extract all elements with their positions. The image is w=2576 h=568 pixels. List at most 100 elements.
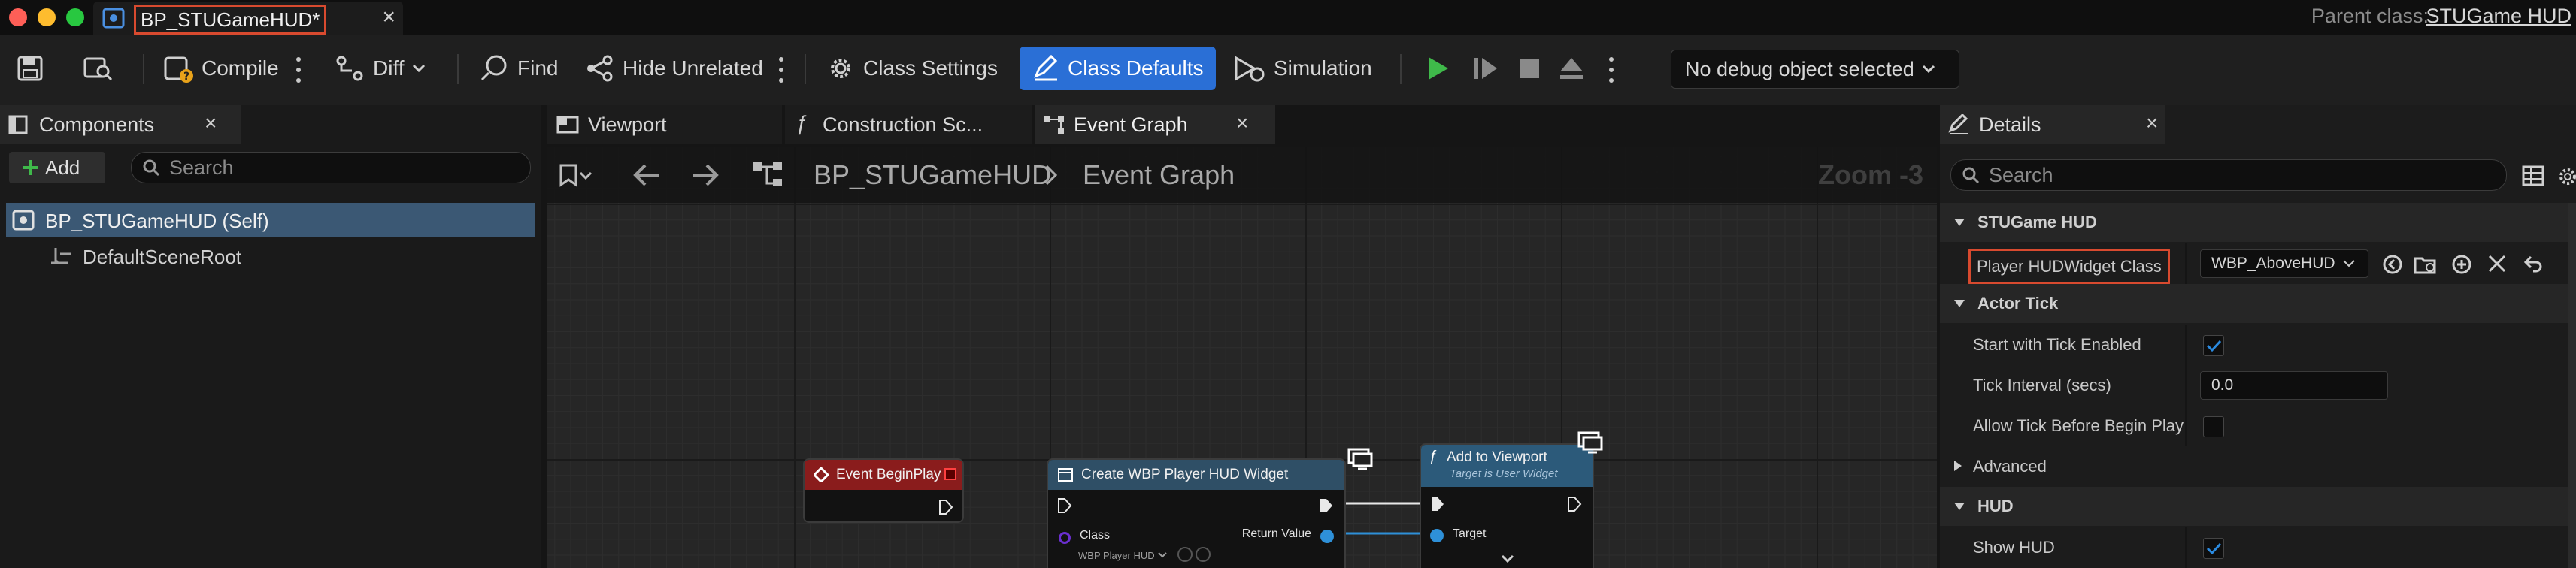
tab-viewport[interactable]: Viewport xyxy=(547,105,782,144)
diff-button[interactable]: Diff xyxy=(335,47,426,90)
play-icon xyxy=(1429,57,1448,80)
class-defaults-button[interactable]: Class Defaults xyxy=(1020,47,1216,90)
delegate-pin[interactable] xyxy=(944,468,956,480)
components-tab[interactable]: Components × xyxy=(0,105,241,144)
node-title: Event BeginPlay xyxy=(836,467,941,482)
category-label: STUGame HUD xyxy=(1977,213,2097,231)
close-tab-icon[interactable]: × xyxy=(1236,111,1248,135)
class-pin[interactable] xyxy=(1059,532,1071,544)
collapse-arrow-icon xyxy=(1954,503,1965,510)
exec-in-pin[interactable] xyxy=(1057,497,1072,514)
compile-icon: ? xyxy=(164,56,193,83)
details-tab-label: Details xyxy=(1979,113,2041,136)
main-toolbar: ? Compile Diff Find Hide Unrelated Class… xyxy=(0,35,2576,105)
category-hud[interactable]: HUD xyxy=(1940,487,2576,526)
add-circle-icon[interactable] xyxy=(2451,254,2472,275)
document-tab[interactable]: BP_STUGameHUD* × xyxy=(93,2,403,35)
tab-construction-label: Construction Sc... xyxy=(823,113,983,136)
show-hud-checkbox[interactable] xyxy=(2203,538,2224,559)
search-icon xyxy=(143,159,160,177)
play-options-icon[interactable] xyxy=(1609,57,1614,83)
components-panel: Components × Add Search BP_STUGameHUD (S… xyxy=(0,105,541,568)
tick-interval-input[interactable]: 0.0 xyxy=(2200,371,2388,400)
node-create-widget[interactable]: Create WBP Player HUD Widget Class WBP P… xyxy=(1047,458,1346,568)
gear-icon xyxy=(831,59,850,78)
event-graph-canvas[interactable]: BP_STUGameHUD Event Graph Zoom -3 Event … xyxy=(547,147,1937,568)
find-icon xyxy=(480,55,507,81)
return-value-pin[interactable] xyxy=(1320,530,1334,543)
class-pin-label: Class xyxy=(1080,529,1111,542)
add-component-button[interactable]: Add xyxy=(9,152,105,183)
compile-button[interactable]: ? Compile xyxy=(162,47,279,90)
class-selector-value: WBP Player HUD xyxy=(1078,549,1155,561)
component-item-default-scene-root[interactable]: DefaultSceneRoot xyxy=(6,239,535,273)
document-title: BP_STUGameHUD* xyxy=(134,5,327,35)
class-settings-label: Class Settings xyxy=(863,56,998,80)
settings-gear-icon[interactable] xyxy=(2556,165,2576,188)
parent-class-link[interactable]: STUGame HUD xyxy=(2426,5,2571,28)
target-pin-label: Target xyxy=(1453,527,1487,540)
step-forward-icon xyxy=(1474,58,1497,79)
component-label: BP_STUGameHUD (Self) xyxy=(45,210,269,232)
category-actor-tick[interactable]: Actor Tick xyxy=(1940,284,2576,323)
toolbar-divider xyxy=(1400,54,1402,84)
start-with-tick-checkbox[interactable] xyxy=(2203,335,2224,356)
reset-to-default-icon[interactable] xyxy=(2523,254,2543,273)
stop-icon xyxy=(1520,59,1539,78)
exec-out-pin[interactable] xyxy=(938,499,953,515)
close-panel-icon[interactable]: × xyxy=(205,111,217,135)
browse-icon[interactable] xyxy=(83,47,113,90)
details-tab[interactable]: Details × xyxy=(1940,105,2165,144)
browse-asset-icon[interactable] xyxy=(1196,547,1211,562)
component-item-self[interactable]: BP_STUGameHUD (Self) xyxy=(6,203,535,237)
debug-object-dropdown[interactable]: No debug object selected xyxy=(1671,50,1959,89)
advance-frame-button[interactable] xyxy=(1472,47,1499,90)
tab-event-graph[interactable]: Event Graph × xyxy=(1035,105,1275,144)
minimize-window-button[interactable] xyxy=(38,8,56,26)
close-window-button[interactable] xyxy=(9,8,27,26)
tab-close-icon[interactable]: × xyxy=(382,5,395,30)
find-options-icon[interactable] xyxy=(779,57,783,83)
exec-out-pin[interactable] xyxy=(1319,497,1334,514)
hide-unrelated-button[interactable]: Hide Unrelated xyxy=(585,47,763,90)
save-icon[interactable] xyxy=(17,47,44,90)
details-panel: Details × Search STUGame HUD Player HUDW… xyxy=(1940,105,2576,568)
table-view-icon[interactable] xyxy=(2522,165,2544,186)
stop-button[interactable] xyxy=(1517,47,1541,90)
exec-in-pin[interactable] xyxy=(1430,496,1445,512)
diff-label: Diff xyxy=(373,56,405,80)
class-settings-button[interactable]: Class Settings xyxy=(826,47,998,90)
monitor-icon xyxy=(1347,448,1373,470)
category-advanced[interactable]: Advanced xyxy=(1940,446,2576,487)
simulation-button[interactable]: Simulation xyxy=(1233,47,1372,90)
toolbar-divider xyxy=(805,54,806,84)
widget-class-dropdown[interactable]: WBP_AboveHUD xyxy=(2200,249,2368,278)
use-selected-arrow-icon[interactable] xyxy=(2382,254,2403,275)
exec-out-pin[interactable] xyxy=(1567,496,1582,512)
use-selected-icon[interactable] xyxy=(1177,547,1193,562)
components-search-input[interactable]: Search xyxy=(131,152,531,183)
play-button[interactable] xyxy=(1426,47,1451,90)
allow-tick-checkbox[interactable] xyxy=(2203,416,2224,437)
chevron-down-icon xyxy=(1922,65,1935,74)
clear-x-icon[interactable] xyxy=(2487,254,2507,273)
tab-construction-script[interactable]: ƒ Construction Sc... xyxy=(785,105,1032,144)
find-button[interactable]: Find xyxy=(480,47,558,90)
node-event-begin-play[interactable]: Event BeginPlay xyxy=(803,458,964,523)
node-subtitle: Target is User Widget xyxy=(1450,467,1558,480)
details-search-input[interactable]: Search xyxy=(1950,159,2507,191)
target-pin[interactable] xyxy=(1430,529,1444,542)
browse-folder-icon[interactable] xyxy=(2414,254,2438,275)
eject-button[interactable] xyxy=(1558,47,1585,90)
plus-icon xyxy=(23,160,38,175)
details-scrollbar[interactable] xyxy=(2568,203,2576,568)
tab-event-graph-label: Event Graph xyxy=(1074,113,1188,136)
close-panel-icon[interactable]: × xyxy=(2146,111,2158,135)
expand-chevron-icon[interactable] xyxy=(1501,554,1514,563)
class-selector[interactable]: WBP Player HUD xyxy=(1078,547,1176,563)
maximize-window-button[interactable] xyxy=(66,8,84,26)
hide-unrelated-icon xyxy=(587,55,613,82)
compile-options-icon[interactable] xyxy=(296,57,301,83)
category-stugame-hud[interactable]: STUGame HUD xyxy=(1940,203,2576,242)
node-add-to-viewport[interactable]: ƒ Add to Viewport Target is User Widget … xyxy=(1420,443,1594,568)
